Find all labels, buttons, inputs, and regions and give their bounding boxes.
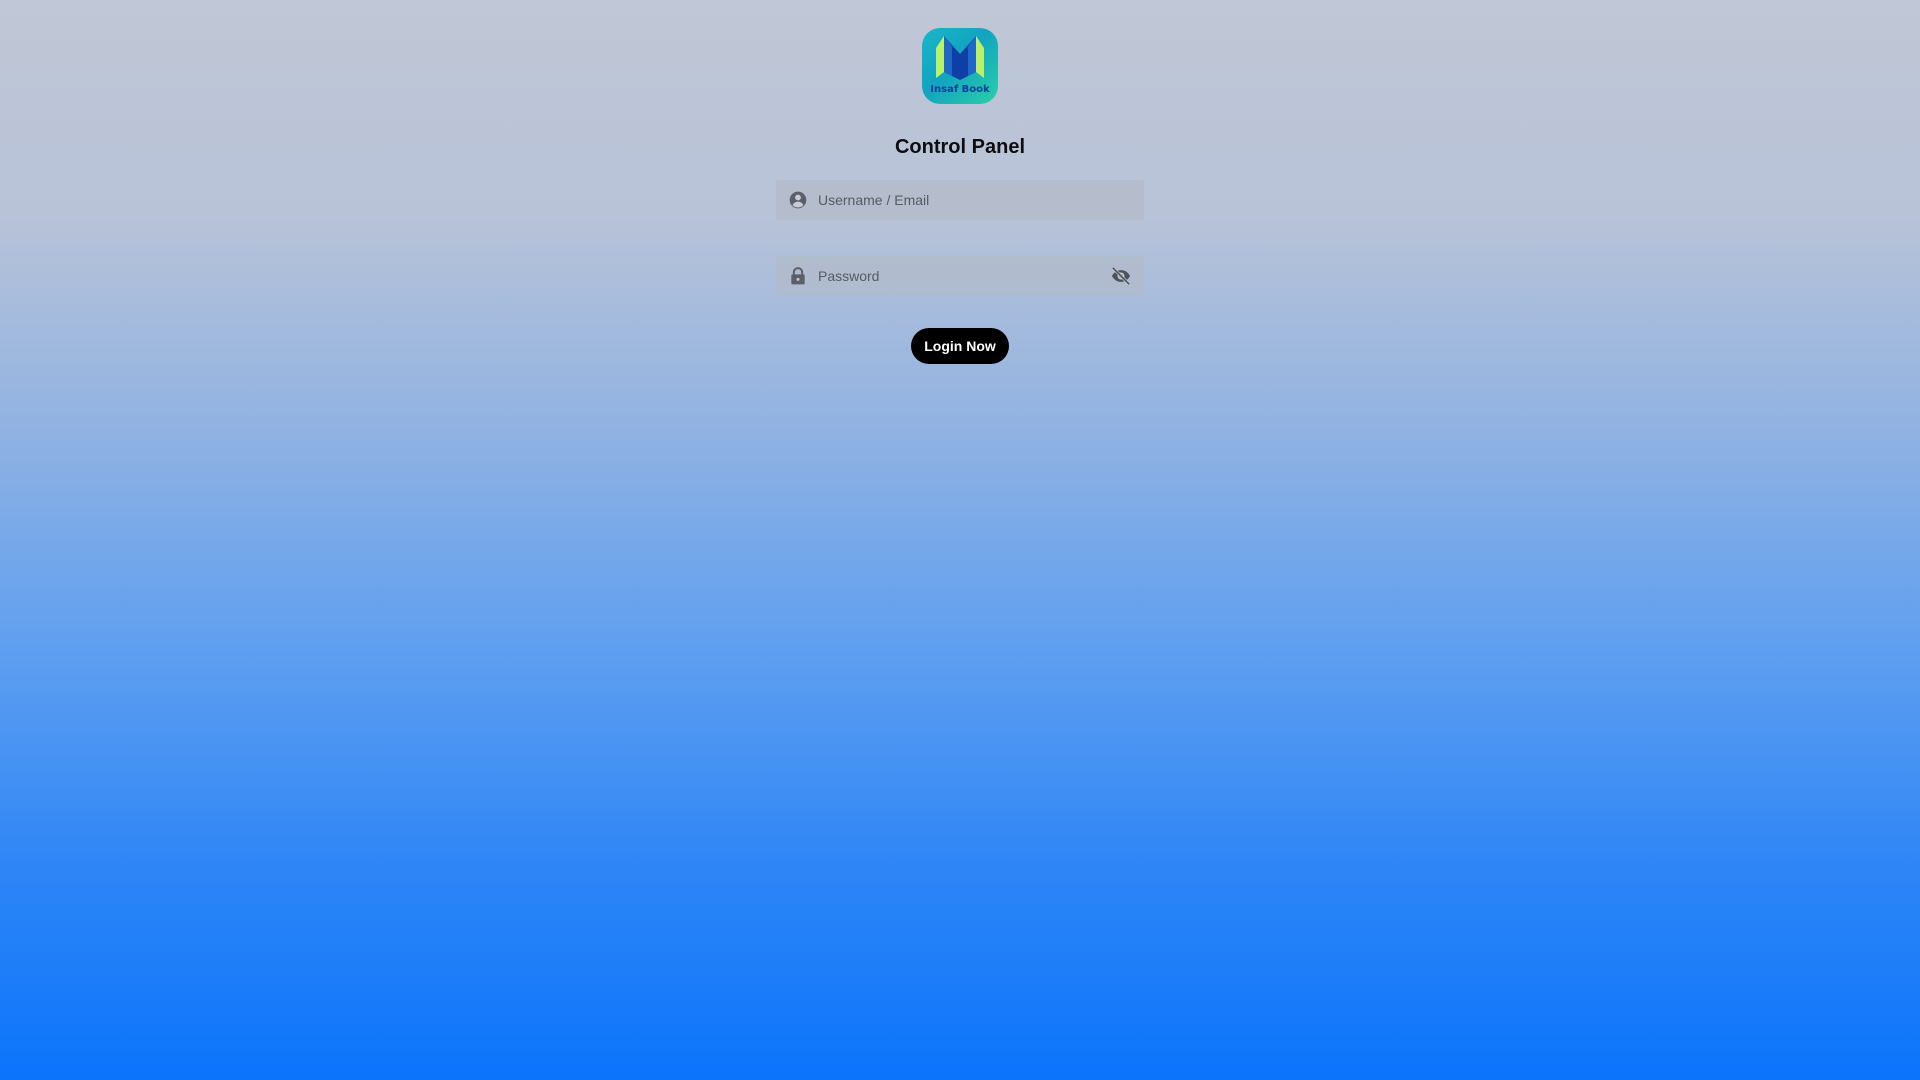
username-field[interactable] [776,180,1144,220]
page-title: Control Panel [894,136,1025,158]
username-input[interactable] [818,180,1108,220]
password-input[interactable] [818,256,1108,296]
login-button[interactable]: Login Now [911,328,1009,364]
account-circle-icon [788,190,808,210]
login-page: Insaf Book Control Panel Username / Emai… [0,0,1920,1080]
app-logo: Insaf Book [922,28,998,104]
logo-text: Insaf Book [930,84,990,95]
lock-icon [788,266,808,286]
eye-off-icon[interactable] [1110,266,1132,286]
password-field[interactable] [776,256,1144,296]
